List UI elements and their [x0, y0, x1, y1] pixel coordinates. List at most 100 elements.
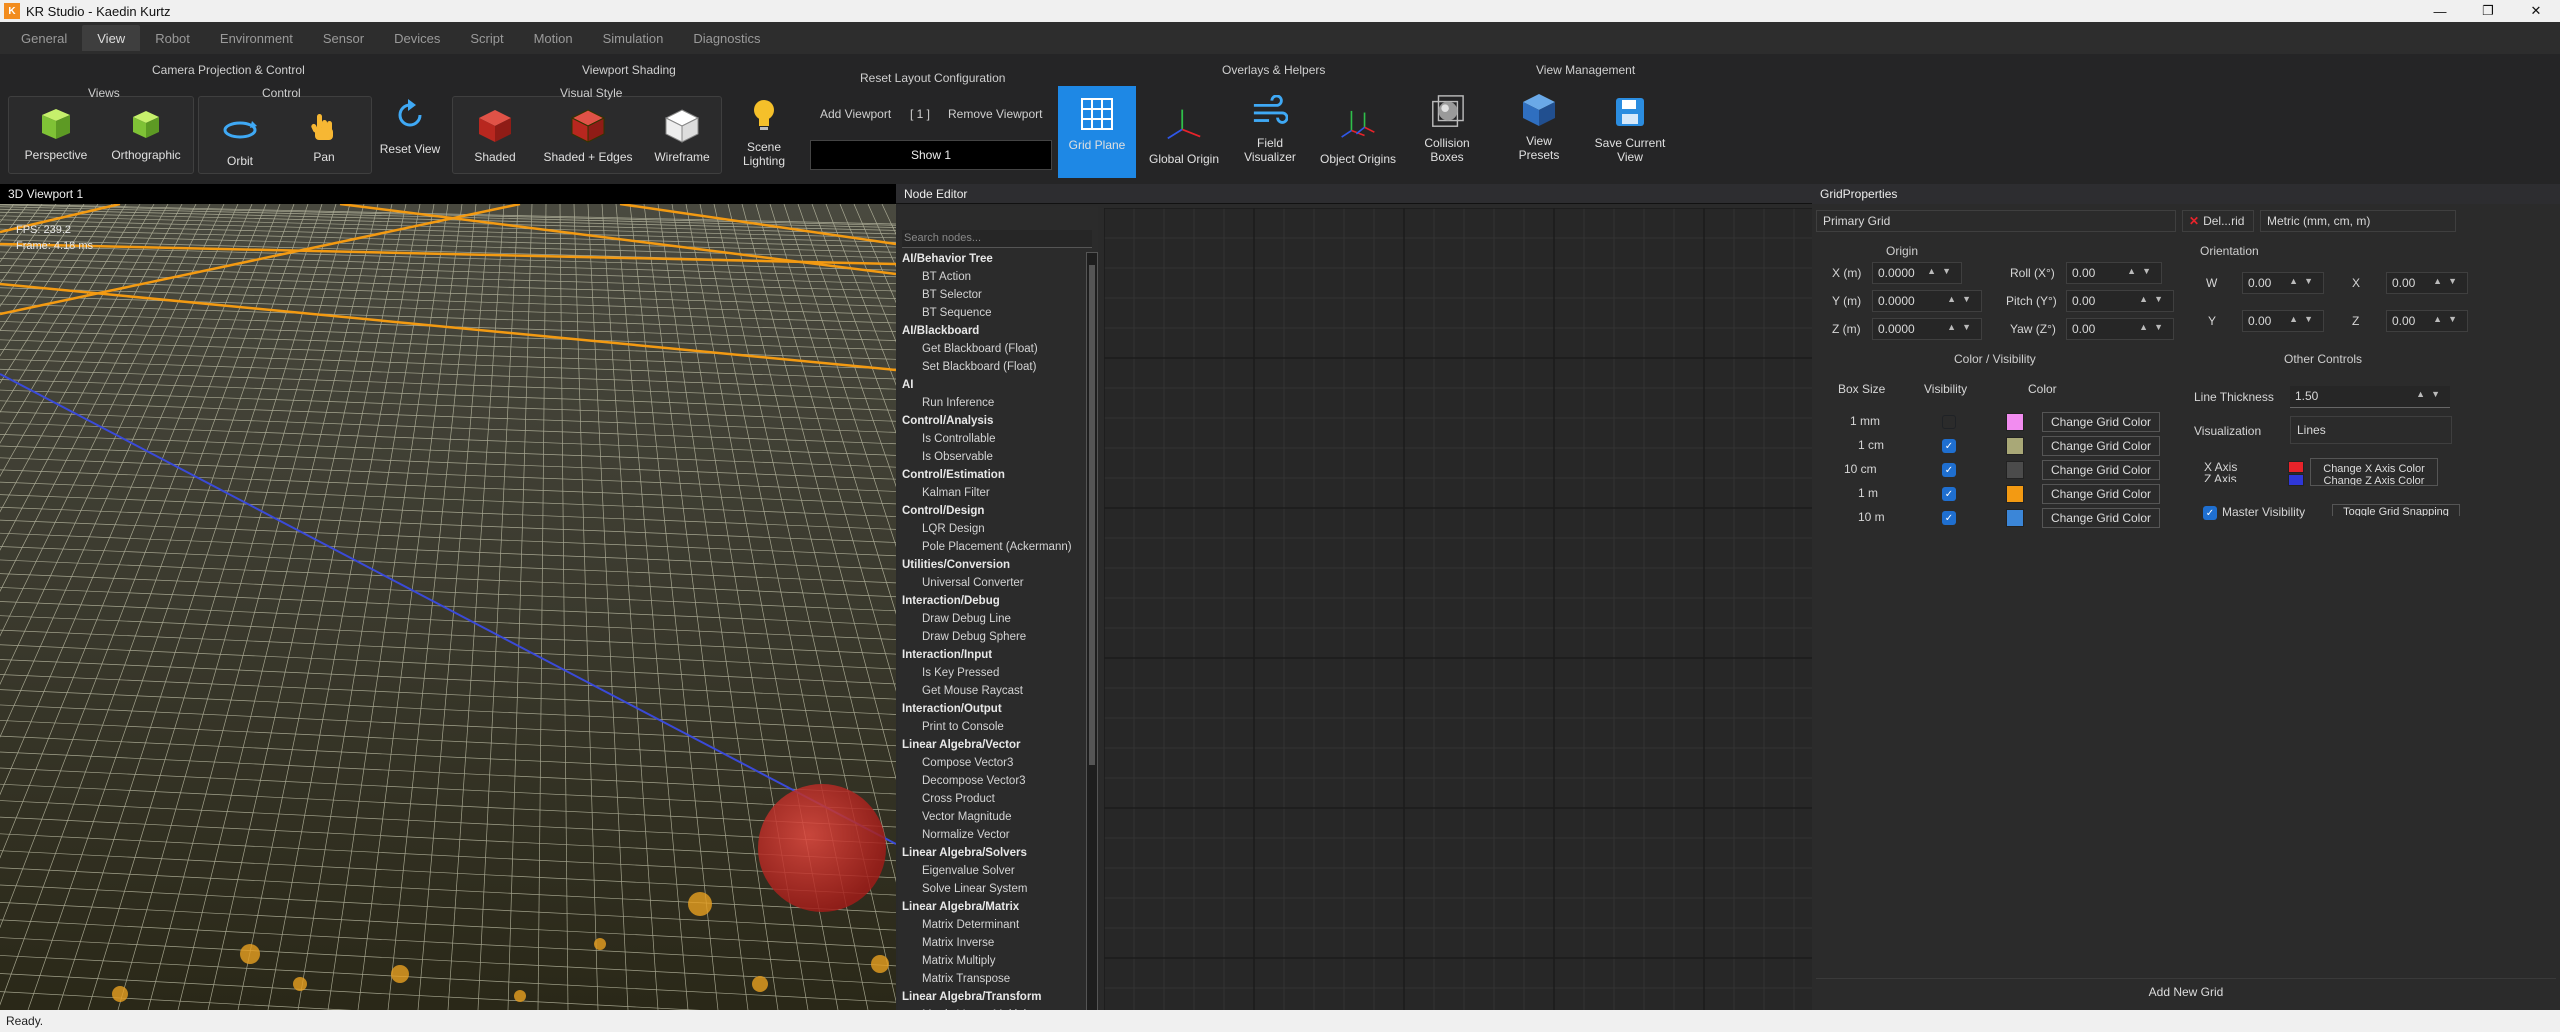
node-list-item[interactable]: Vector Magnitude: [902, 811, 1012, 823]
units-select[interactable]: Metric (mm, cm, m): [2260, 210, 2456, 232]
tab-simulation[interactable]: Simulation: [588, 25, 679, 51]
field-visualizer-button[interactable]: Field Visualizer: [1232, 94, 1308, 164]
node-list-item[interactable]: Eigenvalue Solver: [902, 865, 1015, 877]
tab-robot[interactable]: Robot: [140, 25, 205, 51]
global-origin-button[interactable]: Global Origin: [1142, 102, 1226, 166]
node-list-item[interactable]: Draw Debug Line: [902, 613, 1011, 625]
spin-arrows-icon[interactable]: ▲▼: [1947, 322, 1977, 332]
orbit-button[interactable]: Orbit: [202, 112, 278, 168]
scrollbar-thumb[interactable]: [1089, 265, 1095, 765]
spin-arrows-icon[interactable]: ▲▼: [2139, 322, 2169, 332]
quat-x-input[interactable]: 0.00 ▲▼: [2386, 272, 2468, 294]
spin-arrows-icon[interactable]: ▲▼: [1927, 266, 1957, 276]
change-grid-color-button[interactable]: Change Grid Color: [2042, 508, 2160, 528]
tab-diagnostics[interactable]: Diagnostics: [678, 25, 775, 51]
change-grid-color-button[interactable]: Change Grid Color: [2042, 436, 2160, 456]
spin-arrows-icon[interactable]: ▲▼: [2433, 314, 2463, 324]
grid-row-visibility-checkbox[interactable]: ✓: [1942, 463, 1956, 477]
view-presets-button[interactable]: View Presets: [1502, 92, 1576, 162]
spin-arrows-icon[interactable]: ▲▼: [1947, 294, 1977, 304]
origin-y-input[interactable]: 0.0000 ▲▼: [1872, 290, 1982, 312]
node-list-item[interactable]: Print to Console: [902, 721, 1004, 733]
grid-name-input[interactable]: Primary Grid: [1816, 210, 2176, 232]
tab-script[interactable]: Script: [455, 25, 518, 51]
node-list-item[interactable]: Is Observable: [902, 451, 993, 463]
node-search-input[interactable]: Search nodes...: [902, 230, 1092, 248]
grid-row-visibility-checkbox[interactable]: ✓: [1942, 487, 1956, 501]
node-graph-canvas[interactable]: [1103, 207, 1812, 1010]
node-list-item[interactable]: Matrix Inverse: [902, 937, 994, 949]
tab-sensor[interactable]: Sensor: [308, 25, 379, 51]
minimize-button[interactable]: —: [2416, 0, 2464, 22]
quat-y-input[interactable]: 0.00 ▲▼: [2242, 310, 2324, 332]
node-list-item[interactable]: Is Controllable: [902, 433, 996, 445]
visualization-select[interactable]: Lines: [2290, 416, 2452, 444]
quat-z-input[interactable]: 0.00 ▲▼: [2386, 310, 2468, 332]
grid-row-visibility-checkbox[interactable]: ✓: [1942, 439, 1956, 453]
spin-arrows-icon[interactable]: ▲▼: [2289, 276, 2319, 286]
object-origins-button[interactable]: Object Origins: [1312, 102, 1404, 166]
node-list-item[interactable]: Normalize Vector: [902, 829, 1010, 841]
close-button[interactable]: ✕: [2512, 0, 2560, 22]
maximize-button[interactable]: ❐: [2464, 0, 2512, 22]
add-viewport-button[interactable]: Add Viewport: [820, 107, 891, 121]
quat-w-input[interactable]: 0.00 ▲▼: [2242, 272, 2324, 294]
viewport-3d[interactable]: 3D Viewport 1 FPS: 239.2 Frame: 4.18 ms: [0, 184, 896, 1010]
node-list-item[interactable]: BT Action: [902, 271, 971, 283]
tab-general[interactable]: General: [6, 25, 82, 51]
origin-z-input[interactable]: 0.0000 ▲▼: [1872, 318, 1982, 340]
tab-environment[interactable]: Environment: [205, 25, 308, 51]
roll-input[interactable]: 0.00 ▲▼: [2066, 262, 2162, 284]
node-list-item[interactable]: Run Inference: [902, 397, 994, 409]
node-list-item[interactable]: Decompose Vector3: [902, 775, 1026, 787]
shaded-edges-button[interactable]: Shaded + Edges: [540, 108, 636, 164]
reset-view-button[interactable]: Reset View: [372, 94, 448, 156]
node-list-item[interactable]: Matrix Determinant: [902, 919, 1019, 931]
change-grid-color-button[interactable]: Change Grid Color: [2042, 412, 2160, 432]
pan-button[interactable]: Pan: [286, 108, 362, 164]
node-list-item[interactable]: BT Selector: [902, 289, 982, 301]
shaded-button[interactable]: Shaded: [458, 108, 532, 164]
grid-row-visibility-checkbox[interactable]: [1942, 415, 1956, 429]
node-list-item[interactable]: Compose Vector3: [902, 757, 1013, 769]
grid-row-visibility-checkbox[interactable]: ✓: [1942, 511, 1956, 525]
node-list-item[interactable]: Matrix Transpose: [902, 973, 1010, 985]
node-list-item[interactable]: Kalman Filter: [902, 487, 990, 499]
spin-arrows-icon[interactable]: ▲▼: [2416, 389, 2446, 399]
node-list-item[interactable]: Set Blackboard (Float): [902, 361, 1036, 373]
origin-x-input[interactable]: 0.0000 ▲▼: [1872, 262, 1962, 284]
change-z-axis-color-button[interactable]: Change Z Axis Color: [2311, 475, 2437, 485]
node-list-item[interactable]: LQR Design: [902, 523, 985, 535]
node-list-item[interactable]: Universal Converter: [902, 577, 1024, 589]
orthographic-button[interactable]: Orthographic: [106, 106, 186, 162]
node-list-item[interactable]: Draw Debug Sphere: [902, 631, 1026, 643]
node-list-item[interactable]: Is Key Pressed: [902, 667, 999, 679]
line-thickness-input[interactable]: 1.50 ▲▼: [2290, 386, 2450, 408]
tab-view[interactable]: View: [82, 25, 141, 51]
spin-arrows-icon[interactable]: ▲▼: [2139, 294, 2169, 304]
change-x-axis-color-button[interactable]: Change X Axis Color: [2311, 463, 2437, 475]
tab-devices[interactable]: Devices: [379, 25, 455, 51]
delete-grid-button[interactable]: ✕ Del...rid: [2182, 210, 2254, 232]
grid-plane-button[interactable]: Grid Plane: [1058, 86, 1136, 178]
node-list-item[interactable]: Get Blackboard (Float): [902, 343, 1038, 355]
save-current-view-button[interactable]: Save Current View: [1584, 94, 1676, 164]
node-list-item[interactable]: Cross Product: [902, 793, 995, 805]
pitch-input[interactable]: 0.00 ▲▼: [2066, 290, 2174, 312]
scene-lighting-button[interactable]: Scene Lighting: [728, 96, 800, 168]
spin-arrows-icon[interactable]: ▲▼: [2127, 266, 2157, 276]
node-list-item[interactable]: Pole Placement (Ackermann): [902, 541, 1072, 553]
spin-arrows-icon[interactable]: ▲▼: [2433, 276, 2463, 286]
node-list-scrollbar[interactable]: [1086, 252, 1098, 1028]
toggle-grid-snapping-button[interactable]: Toggle Grid Snapping: [2332, 504, 2460, 516]
node-list-item[interactable]: BT Sequence: [902, 307, 991, 319]
node-list-item[interactable]: Matrix Multiply: [902, 955, 995, 967]
change-grid-color-button[interactable]: Change Grid Color: [2042, 484, 2160, 504]
show-1-button[interactable]: Show 1: [810, 140, 1052, 170]
remove-viewport-button[interactable]: Remove Viewport: [948, 107, 1043, 121]
tab-motion[interactable]: Motion: [519, 25, 588, 51]
master-visibility-checkbox[interactable]: ✓: [2203, 506, 2217, 520]
yaw-input[interactable]: 0.00 ▲▼: [2066, 318, 2174, 340]
node-list-item[interactable]: Get Mouse Raycast: [902, 685, 1023, 697]
collision-boxes-button[interactable]: Collision Boxes: [1410, 94, 1484, 164]
